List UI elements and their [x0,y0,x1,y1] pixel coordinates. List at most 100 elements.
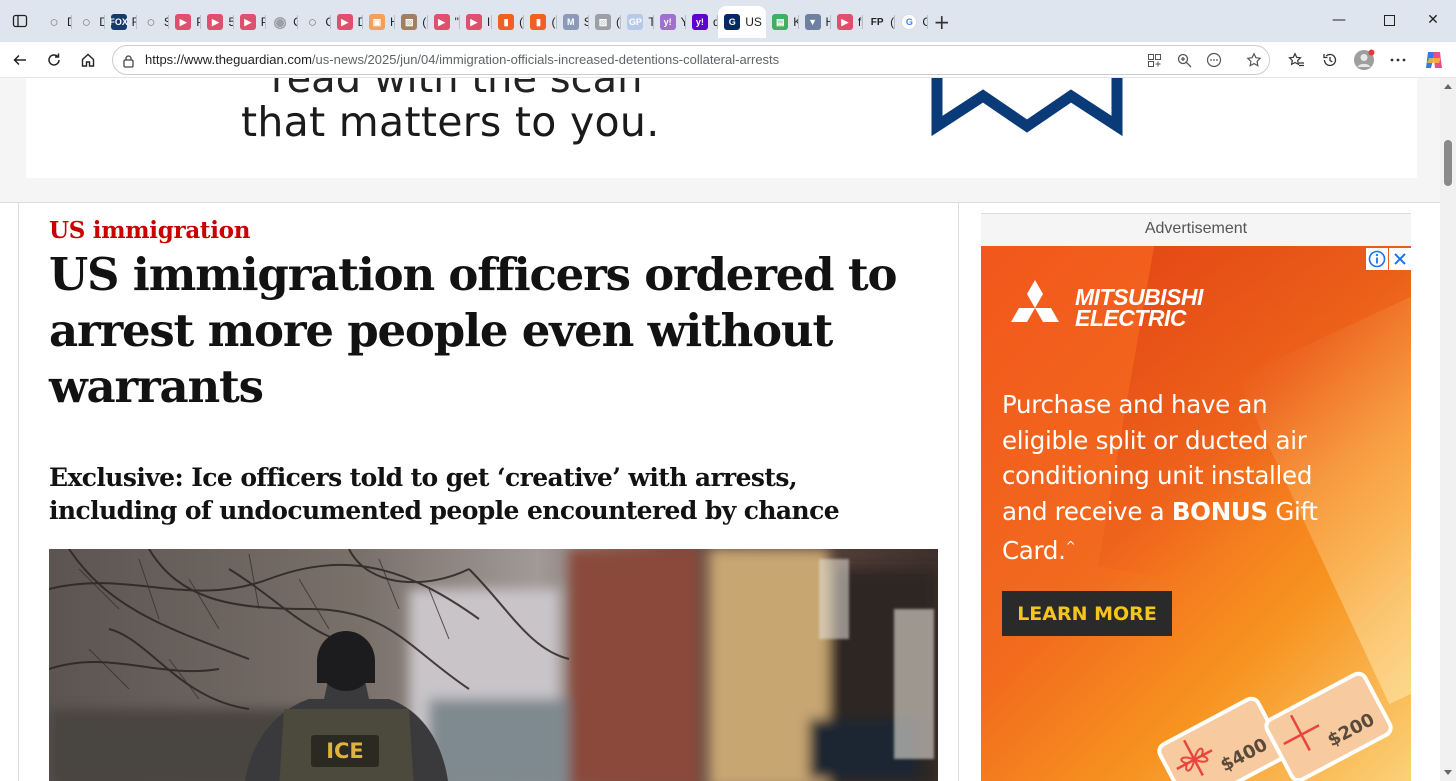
scroll-thumb[interactable] [1444,140,1452,186]
browser-tab[interactable]: ▶Pe [169,6,202,38]
globe-icon: ○ [307,13,317,31]
back-icon[interactable] [6,46,34,74]
url-text: https://www.theguardian.com/us-news/2025… [145,52,780,67]
yahoo-icon: y! [659,14,676,30]
youtube-icon: ▶ [207,14,224,30]
more-menu-icon[interactable] [1384,46,1412,74]
vest-ice-text: ICE [326,739,364,763]
tab-label: Gr [922,15,928,29]
reader-options-icon[interactable] [1203,49,1225,71]
brand-line2: ELECTRIC [1075,305,1186,331]
top-ad-area: read with the scan that matters to you. [0,78,1440,203]
browser-tab[interactable]: ▣Ha [363,6,396,38]
section-kicker[interactable]: US immigration [49,217,250,244]
top-ad-text: that matters to you. [241,98,660,146]
browser-tab[interactable]: GUS✕ [718,6,767,38]
browser-tab[interactable]: ▶De [331,6,363,38]
home-icon[interactable] [74,46,102,74]
green-doc-icon: ▤ [772,14,789,30]
browser-tab[interactable]: GPTh [621,6,654,38]
browser-tab[interactable]: ▨(1( [395,6,428,38]
tab-list: ○Dr○DrFOXFo○Sh▶Pe▶50▶Pe◉Cc○Cc▶De▣Ha▨(1(▶… [40,6,956,38]
top-banner-ad[interactable]: read with the scan that matters to you. [26,78,1417,178]
gift-card-200-value: $200 [1324,709,1379,752]
new-tab-icon[interactable]: + [928,6,956,38]
ad-close-icon[interactable] [1389,248,1411,270]
right-column: Advertisement MITSUBISHI ELECTRIC Purcha… [958,203,1440,781]
browser-tab[interactable]: ▶In [460,6,493,38]
zoom-icon[interactable] [1173,49,1195,71]
globe-icon: ○ [81,13,91,31]
browser-tab[interactable]: ○Cc [298,6,331,38]
yahoo-icon: y! [691,14,708,30]
google-icon: G [901,14,918,30]
refresh-icon[interactable] [40,46,68,74]
app-available-icon[interactable] [1143,49,1165,71]
favorites-icon[interactable] [1282,46,1310,74]
browser-tab[interactable]: ▶fit [831,6,864,38]
gift-ribbon-icon [1283,714,1320,752]
browser-tab[interactable]: ○Dr [72,6,105,38]
maximize-icon[interactable] [1366,0,1412,40]
learn-more-button[interactable]: LEARN MORE [1002,591,1172,636]
shield-badge-icon: ▼ [804,14,821,30]
fp-icon: FP [870,16,884,28]
page-scrollbar[interactable] [1440,78,1456,781]
history-icon[interactable] [1316,46,1344,74]
copilot-icon[interactable] [1420,46,1448,74]
gp-icon: GP [627,14,644,30]
youtube-icon: ▶ [336,14,353,30]
scroll-up-icon[interactable] [1444,84,1452,89]
browser-tab[interactable]: FP(1( [863,6,896,38]
gift-bow-icon [1176,739,1213,777]
guardian-icon: G [724,14,741,30]
web-page: read with the scan that matters to you. … [0,78,1440,781]
image-icon: ▨ [595,14,612,30]
browser-tab[interactable]: ▮(1( [524,6,557,38]
m-letter-icon: M [562,14,579,30]
browser-tab[interactable]: ▶Pe [234,6,267,38]
article-column: US immigration US immigration officers o… [18,203,958,781]
ad-copy: Purchase and have an eligible split or d… [1002,390,1318,566]
browser-tab[interactable]: ○Dr [40,6,73,38]
w-logo-icon [931,78,1123,137]
browser-tab[interactable]: MSh [557,6,590,38]
browser-tab[interactable]: G Gr [895,6,928,38]
tab-strip: ○Dr○DrFOXFo○Sh▶Pe▶50▶Pe◉Cc○Cc▶De▣Ha▨(1(▶… [0,0,1456,42]
mitsubishi-diamonds-icon [1011,280,1059,322]
article-standfirst: Exclusive: Ice officers told to get ‘cre… [49,463,840,525]
close-window-icon[interactable]: ✕ [1410,0,1456,40]
lock-icon[interactable] [122,53,135,72]
fox-news-icon: FOX [109,14,128,30]
youtube-icon: ▶ [465,14,482,30]
browser-tab[interactable]: ▼Ha [799,6,831,38]
scroll-down-icon[interactable] [1444,770,1452,775]
seal-icon: ◉ [273,14,287,31]
bookmark-orange-icon: ▮ [498,14,515,30]
browser-tab[interactable]: ◉Cc [266,6,299,38]
article-main-photo: ICE [49,549,938,781]
profile-avatar[interactable] [1350,46,1378,74]
youtube-icon: ▶ [433,14,450,30]
browser-tab[interactable]: ▶"Bl [428,6,460,38]
browser-tab[interactable]: ▶50 [201,6,234,38]
browser-toolbar: https://www.theguardian.com/us-news/2025… [0,42,1456,78]
mitsubishi-brand: MITSUBISHI ELECTRIC [1003,280,1203,336]
mitsubishi-ad[interactable]: MITSUBISHI ELECTRIC Purchase and have an… [981,246,1411,781]
favorite-star-icon[interactable] [1243,49,1265,71]
browser-tab[interactable]: y!Ya [654,6,686,38]
ad-info-icon[interactable] [1366,248,1388,270]
advertisement-label: Advertisement [981,213,1411,246]
minimize-icon[interactable]: — [1316,0,1362,40]
browser-tab[interactable]: ○Sh [137,6,170,38]
address-bar[interactable]: https://www.theguardian.com/us-news/2025… [112,45,1270,75]
browser-tab[interactable]: ▤Kii [766,6,799,38]
browser-tab[interactable]: y!dr [686,6,719,38]
browser-tab[interactable]: ▨(1( [589,6,622,38]
browser-tab[interactable]: ▮(1( [492,6,525,38]
bookmark-orange-icon: ▮ [530,14,547,30]
sidebar-toggle-icon[interactable] [8,9,32,33]
browser-tab[interactable]: FOXFo [105,6,137,38]
gift-card-400-value: $400 [1217,734,1272,777]
globe-icon: ○ [49,13,59,31]
